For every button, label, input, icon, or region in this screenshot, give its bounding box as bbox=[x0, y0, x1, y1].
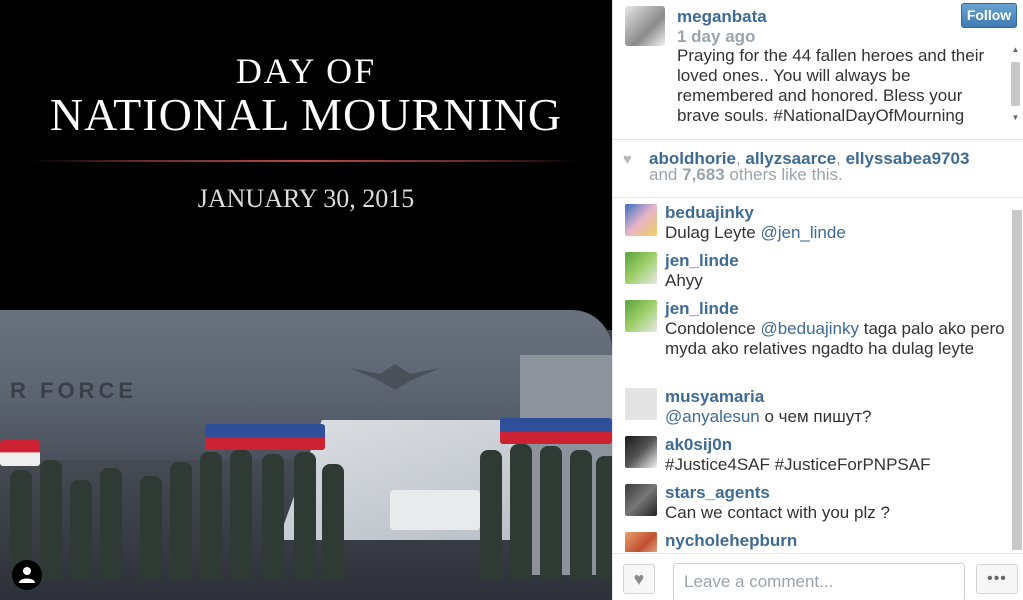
comment-bar: ♥ ••• bbox=[613, 553, 1023, 600]
likes-count-line: and 7,683 others like this. bbox=[649, 165, 843, 185]
tagged-users-button[interactable] bbox=[12, 560, 42, 590]
photo-title-national-mourning: NATIONAL MOURNING bbox=[49, 89, 563, 140]
caption-scrollbar[interactable]: ▲ ▼ bbox=[1009, 44, 1022, 126]
liker-link[interactable]: ellyssabea9703 bbox=[846, 149, 970, 168]
photo-soldier bbox=[230, 450, 252, 580]
scroll-down-icon[interactable]: ▼ bbox=[1011, 114, 1020, 122]
photo-flag-coffin bbox=[500, 418, 612, 444]
avatar[interactable] bbox=[625, 388, 657, 420]
photo-honor-guard bbox=[0, 418, 612, 600]
comments-scrollbar[interactable] bbox=[1010, 198, 1023, 552]
likes-summary: ♥ aboldhorie, allyzsaarce, ellyssabea970… bbox=[613, 141, 1023, 198]
photo-title-day-of: DAY OF bbox=[235, 51, 377, 91]
comment-mention[interactable]: @jen_linde bbox=[760, 223, 845, 242]
avatar[interactable] bbox=[625, 252, 657, 284]
photo-soldier bbox=[70, 480, 92, 580]
photo-aircraft-emblem bbox=[350, 364, 440, 390]
avatar[interactable] bbox=[625, 532, 657, 552]
photo-title-divider bbox=[30, 160, 582, 162]
post-header: meganbata 1 day ago Follow Praying for t… bbox=[613, 0, 1023, 140]
comment-username[interactable]: stars_agents bbox=[665, 483, 770, 503]
comment-input[interactable] bbox=[673, 563, 965, 600]
comment-username[interactable]: beduajinky bbox=[665, 203, 754, 223]
photo-soldier bbox=[294, 452, 316, 580]
comments-scroll-thumb[interactable] bbox=[1012, 210, 1022, 550]
photo-soldier bbox=[322, 464, 344, 580]
comment-text: Condolence @beduajinky taga palo ako per… bbox=[665, 319, 1007, 359]
avatar[interactable] bbox=[625, 300, 657, 332]
comment-text-part: Dulag Leyte bbox=[665, 223, 761, 242]
photo-soldier bbox=[140, 476, 162, 580]
comment-text: Can we contact with you plz ? bbox=[665, 503, 890, 522]
heart-icon: ♥ bbox=[633, 569, 645, 589]
heart-icon: ♥ bbox=[623, 151, 632, 168]
more-icon: ••• bbox=[987, 570, 1007, 587]
comment-text: Dulag Leyte @jen_linde bbox=[665, 223, 1007, 243]
avatar[interactable] bbox=[625, 436, 657, 468]
comment-mention[interactable]: @anyalesun bbox=[665, 407, 760, 426]
photo-soldier bbox=[262, 454, 284, 580]
comment-text: Ahyy bbox=[665, 271, 703, 290]
photo-soldier bbox=[570, 450, 592, 580]
photo-soldier bbox=[596, 456, 612, 580]
scroll-up-icon[interactable]: ▲ bbox=[1011, 46, 1020, 54]
list-item: stars_agents Can we contact with you plz… bbox=[613, 480, 1010, 528]
likes-others-text: others like this. bbox=[729, 165, 843, 184]
photo-soldier bbox=[540, 446, 562, 580]
follow-button[interactable]: Follow bbox=[961, 3, 1017, 28]
photo-flag-coffin bbox=[205, 424, 325, 450]
comment-username[interactable]: musyamaria bbox=[665, 387, 764, 407]
list-item: beduajinky Dulag Leyte @jen_linde bbox=[613, 200, 1010, 248]
list-item: jen_linde Condolence @beduajinky taga pa… bbox=[613, 296, 1010, 384]
post-photo[interactable]: R FORCE DAY OF NATIONAL MOURNING JANUARY… bbox=[0, 0, 612, 600]
list-item: musyamaria @anyalesun о чем пишут? bbox=[613, 384, 1010, 432]
likes-count[interactable]: 7,683 bbox=[682, 165, 725, 184]
comment-text: @anyalesun о чем пишут? bbox=[665, 407, 1007, 427]
photo-aircraft-lettering: R FORCE bbox=[10, 378, 137, 403]
list-item: nycholehepburn bbox=[613, 528, 1010, 552]
photo-soldier bbox=[510, 444, 532, 580]
caption-scroll-thumb[interactable] bbox=[1011, 62, 1020, 106]
comment-mention[interactable]: @beduajinky bbox=[760, 319, 859, 338]
more-options-button[interactable]: ••• bbox=[976, 564, 1018, 594]
photo-soldier bbox=[40, 460, 62, 580]
comment-username[interactable]: jen_linde bbox=[665, 299, 739, 319]
like-button[interactable]: ♥ bbox=[623, 564, 655, 594]
person-icon bbox=[19, 567, 35, 583]
avatar[interactable] bbox=[625, 6, 665, 46]
comment-text-part: о чем пишут? bbox=[759, 407, 872, 426]
likes-and-text: and bbox=[649, 165, 678, 184]
list-item: jen_linde Ahyy bbox=[613, 248, 1010, 296]
post-caption: Praying for the 44 fallen heroes and the… bbox=[677, 46, 985, 125]
photo-soldier bbox=[200, 452, 222, 580]
comments-list[interactable]: beduajinky Dulag Leyte @jen_linde jen_li… bbox=[613, 200, 1010, 552]
photo-soldier bbox=[170, 462, 192, 580]
list-item: ak0sij0n #Justice4SAF #JusticeForPNPSAF bbox=[613, 432, 1010, 480]
photo-soldier bbox=[100, 468, 122, 580]
comment-username[interactable]: jen_linde bbox=[665, 251, 739, 271]
owner-username[interactable]: meganbata bbox=[677, 7, 767, 27]
avatar[interactable] bbox=[625, 484, 657, 516]
photo-flag-coffin bbox=[0, 440, 40, 466]
post-timestamp[interactable]: 1 day ago bbox=[677, 27, 755, 47]
avatar[interactable] bbox=[625, 204, 657, 236]
post-sidebar: meganbata 1 day ago Follow Praying for t… bbox=[612, 0, 1023, 600]
photo-soldier bbox=[480, 450, 502, 580]
comment-username[interactable]: nycholehepburn bbox=[665, 531, 797, 551]
photo-date: JANUARY 30, 2015 bbox=[197, 184, 415, 213]
comment-text: #Justice4SAF #JusticeForPNPSAF bbox=[665, 455, 931, 474]
comment-username[interactable]: ak0sij0n bbox=[665, 435, 732, 455]
comment-text-part: Condolence bbox=[665, 319, 761, 338]
